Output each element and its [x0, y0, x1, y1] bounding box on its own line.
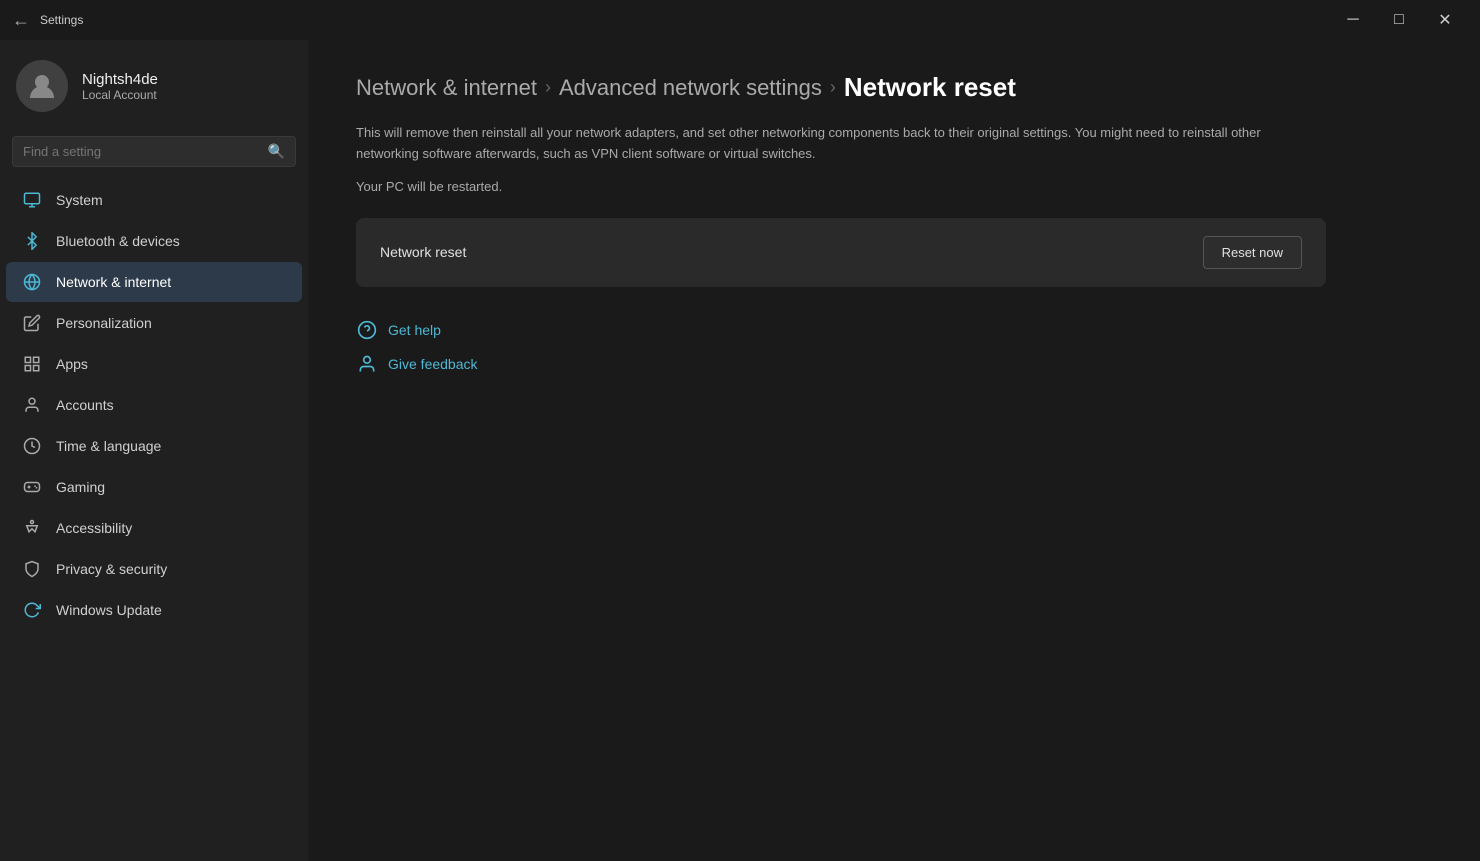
sidebar-item-apps-label: Apps: [56, 356, 88, 372]
search-box[interactable]: 🔍: [12, 136, 296, 167]
sidebar-nav: System Bluetooth & devices Network & int…: [0, 179, 308, 631]
sidebar-item-personalization[interactable]: Personalization: [6, 303, 302, 343]
main-content: Network & internet › Advanced network se…: [308, 40, 1480, 861]
give-feedback-link[interactable]: Give feedback: [356, 353, 1432, 375]
bluetooth-icon: [22, 231, 42, 251]
sidebar-item-bluetooth-label: Bluetooth & devices: [56, 233, 180, 249]
reset-now-button[interactable]: Reset now: [1203, 236, 1302, 269]
titlebar-title: Settings: [40, 13, 83, 27]
search-icon: 🔍: [268, 143, 285, 160]
give-feedback-icon: [356, 353, 378, 375]
get-help-link[interactable]: Get help: [356, 319, 1432, 341]
sidebar-item-system-label: System: [56, 192, 103, 208]
network-icon: [22, 272, 42, 292]
breadcrumb-advanced[interactable]: Advanced network settings: [559, 75, 822, 101]
sidebar-item-time[interactable]: Time & language: [6, 426, 302, 466]
get-help-label: Get help: [388, 322, 441, 338]
titlebar: ← Settings ─ □ ✕: [0, 0, 1480, 40]
sidebar-item-accessibility[interactable]: Accessibility: [6, 508, 302, 548]
sidebar-item-apps[interactable]: Apps: [6, 344, 302, 384]
sidebar-item-update-label: Windows Update: [56, 602, 162, 618]
update-icon: [22, 600, 42, 620]
sidebar-item-accounts[interactable]: Accounts: [6, 385, 302, 425]
user-type: Local Account: [82, 88, 158, 102]
sidebar-item-update[interactable]: Windows Update: [6, 590, 302, 630]
breadcrumb-sep-2: ›: [830, 77, 836, 98]
personalization-icon: [22, 313, 42, 333]
get-help-icon: [356, 319, 378, 341]
system-icon: [22, 190, 42, 210]
back-button[interactable]: ←: [12, 10, 30, 31]
user-name: Nightsh4de: [82, 71, 158, 88]
accessibility-icon: [22, 518, 42, 538]
sidebar-item-accessibility-label: Accessibility: [56, 520, 132, 536]
links-section: Get help Give feedback: [356, 319, 1432, 375]
maximize-button[interactable]: □: [1376, 0, 1422, 40]
sidebar-item-privacy-label: Privacy & security: [56, 561, 167, 577]
breadcrumb: Network & internet › Advanced network se…: [356, 72, 1432, 103]
sidebar: Nightsh4de Local Account 🔍 System: [0, 40, 308, 861]
close-button[interactable]: ✕: [1422, 0, 1468, 40]
accounts-icon: [22, 395, 42, 415]
sidebar-item-gaming-label: Gaming: [56, 479, 105, 495]
search-input[interactable]: [23, 144, 260, 159]
content-area: Nightsh4de Local Account 🔍 System: [0, 40, 1480, 861]
sidebar-item-gaming[interactable]: Gaming: [6, 467, 302, 507]
page-title: Network reset: [844, 72, 1016, 103]
user-info: Nightsh4de Local Account: [82, 71, 158, 102]
warning-text: Your PC will be restarted.: [356, 179, 1432, 194]
gaming-icon: [22, 477, 42, 497]
breadcrumb-network[interactable]: Network & internet: [356, 75, 537, 101]
window-controls: ─ □ ✕: [1330, 0, 1468, 40]
sidebar-item-privacy[interactable]: Privacy & security: [6, 549, 302, 589]
sidebar-item-time-label: Time & language: [56, 438, 161, 454]
avatar: [16, 60, 68, 112]
sidebar-item-accounts-label: Accounts: [56, 397, 114, 413]
sidebar-item-network[interactable]: Network & internet: [6, 262, 302, 302]
privacy-icon: [22, 559, 42, 579]
settings-window: ← Settings ─ □ ✕ Nightsh4de Local Accoun…: [0, 0, 1480, 861]
apps-icon: [22, 354, 42, 374]
time-icon: [22, 436, 42, 456]
card-label: Network reset: [380, 244, 466, 260]
give-feedback-label: Give feedback: [388, 356, 478, 372]
minimize-button[interactable]: ─: [1330, 0, 1376, 40]
page-description: This will remove then reinstall all your…: [356, 123, 1316, 165]
sidebar-item-system[interactable]: System: [6, 180, 302, 220]
sidebar-item-personalization-label: Personalization: [56, 315, 152, 331]
sidebar-item-bluetooth[interactable]: Bluetooth & devices: [6, 221, 302, 261]
network-reset-card: Network reset Reset now: [356, 218, 1326, 287]
breadcrumb-sep-1: ›: [545, 77, 551, 98]
sidebar-item-network-label: Network & internet: [56, 274, 171, 290]
search-container: 🔍: [0, 132, 308, 179]
user-profile[interactable]: Nightsh4de Local Account: [0, 40, 308, 132]
